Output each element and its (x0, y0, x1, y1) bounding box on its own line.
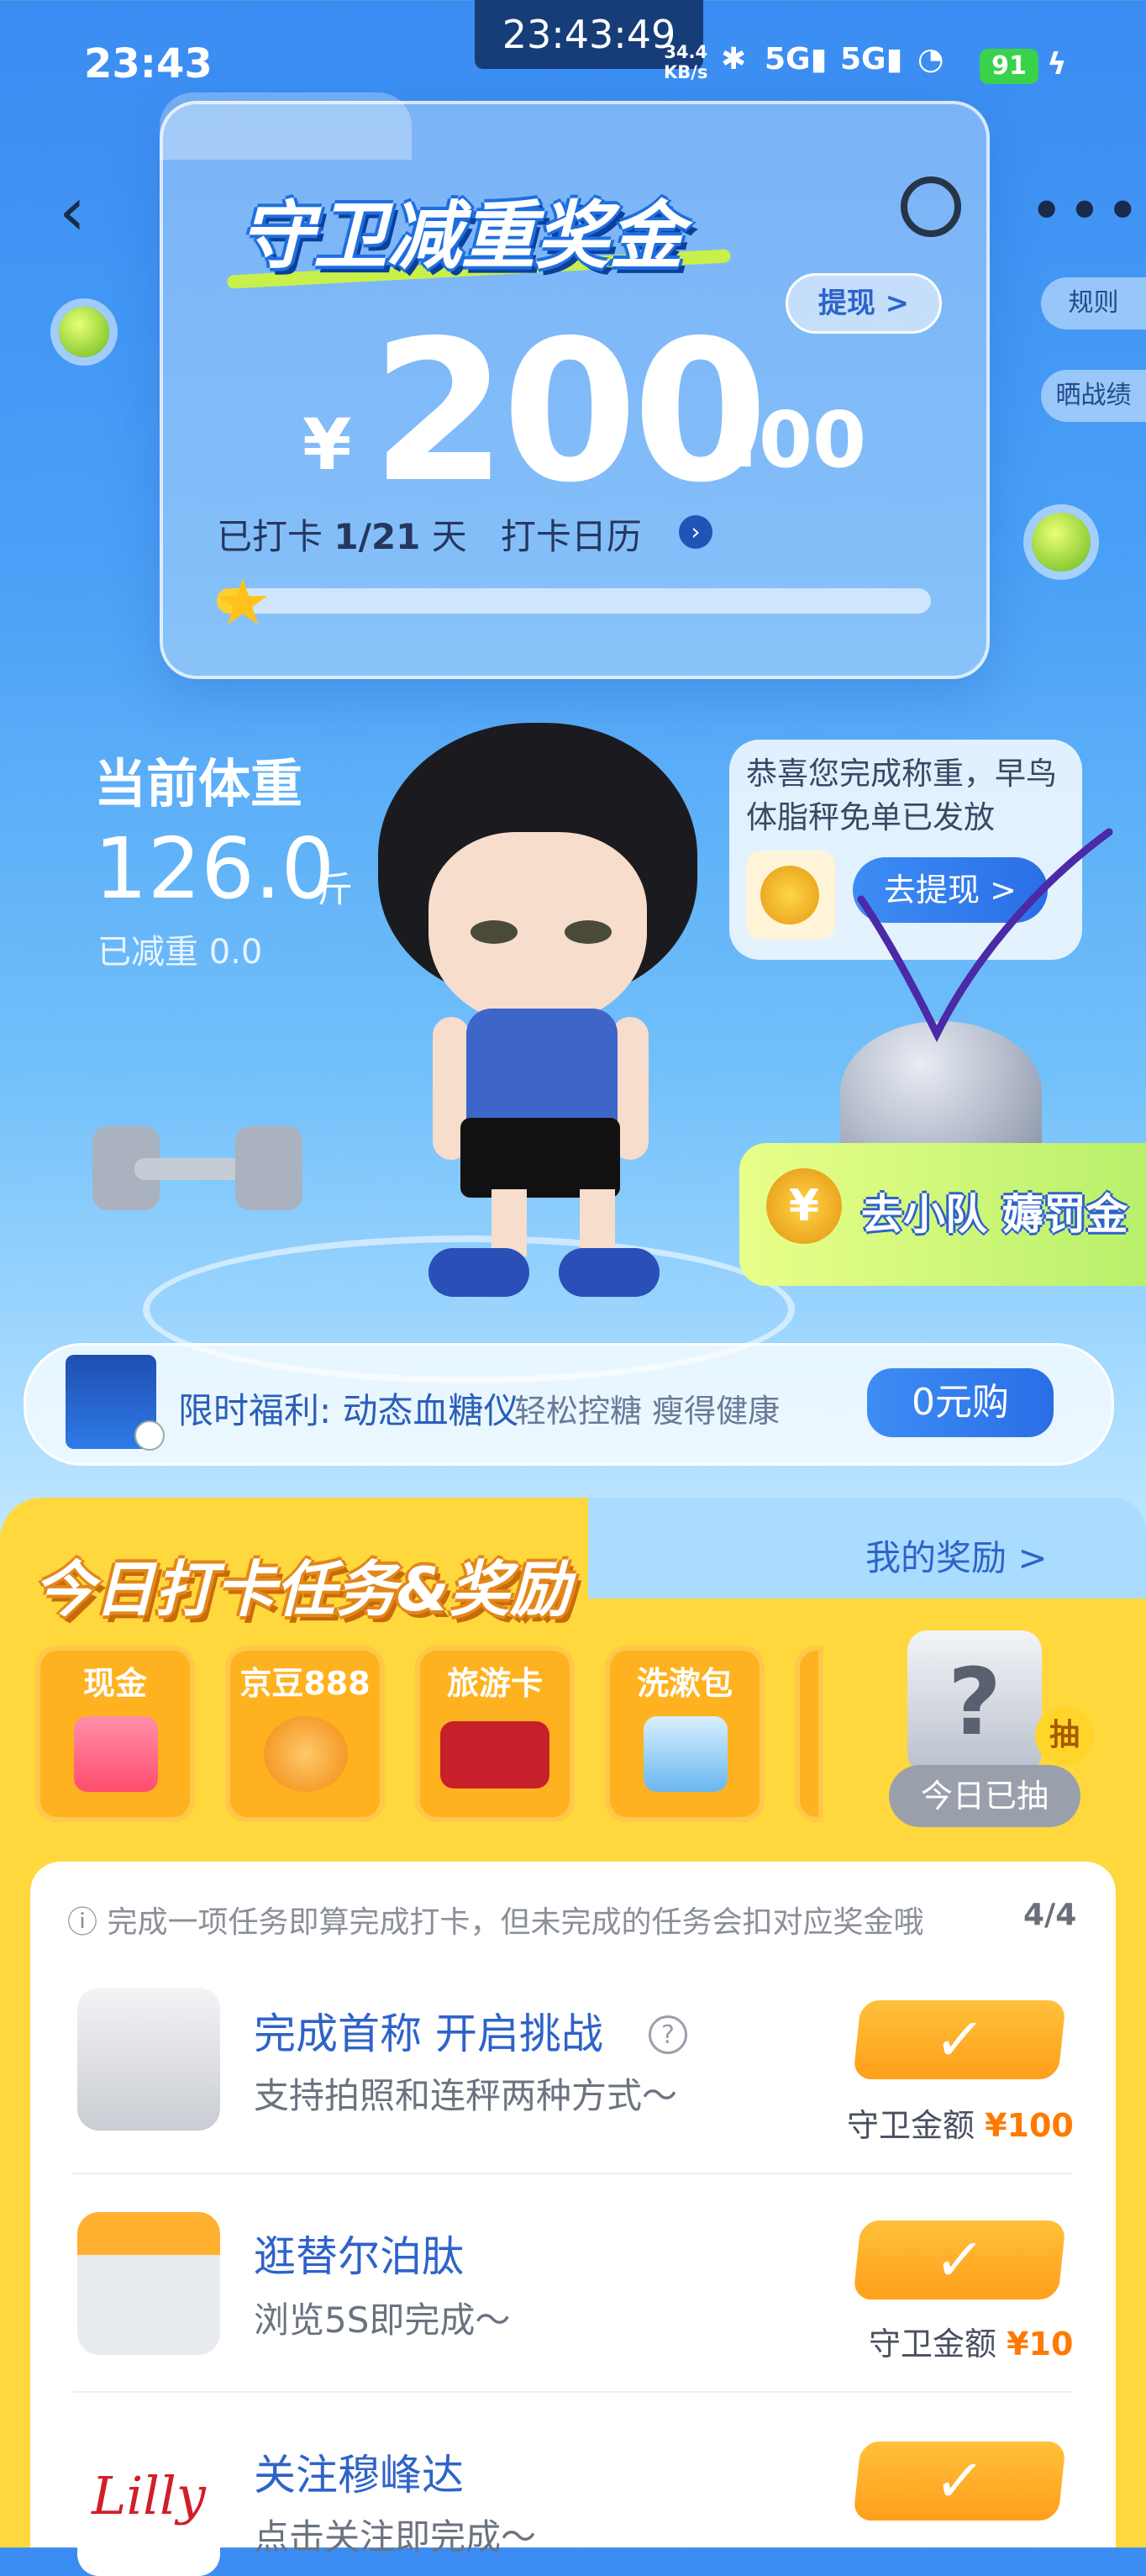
reward-name: 旅游卡 (446, 1665, 543, 1702)
task-name: 关注穆峰达 (254, 2451, 464, 2500)
reward-name: 洗漱包 (636, 1665, 733, 1702)
checkin-prefix: 已打卡 (217, 516, 323, 557)
mascot-eye (470, 920, 518, 944)
checkin-progress-track (217, 588, 931, 614)
mascot-shorts (460, 1118, 620, 1198)
weight-lost: 已减重 0.0 (97, 933, 263, 972)
reward-name: 现金 (82, 1665, 147, 1702)
bluetooth-icon: ✱ (721, 42, 747, 76)
page-title: 守卫减重奖金 (239, 192, 684, 279)
divider (72, 2391, 1072, 2393)
mystery-box-icon[interactable]: ? (907, 1630, 1042, 1773)
share-icon[interactable] (901, 176, 961, 237)
task-desc: 支持拍照和连秤两种方式～ (254, 2075, 678, 2116)
task-done-button[interactable]: ✓ (853, 2442, 1066, 2521)
star-icon: ★ (214, 565, 272, 640)
my-reward-link[interactable]: 我的奖励 > (865, 1530, 1048, 1581)
task-desc: 浏览5S即完成～ (254, 2299, 511, 2341)
wifi-icon: ◔ (917, 42, 944, 76)
mascot-leg (580, 1189, 615, 1256)
back-icon[interactable]: ‹ (59, 172, 86, 250)
reward-name: 京豆888 (239, 1665, 371, 1702)
mascot-shoe (428, 1248, 529, 1297)
promo-subtitle: 轻松控糖 瘦得健康 (514, 1393, 781, 1430)
vip-card-icon (440, 1721, 549, 1788)
divider (72, 2173, 1072, 2174)
checkin-summary: 已打卡 1/21 天 打卡日历 (217, 508, 642, 560)
mascot-face (428, 832, 647, 1025)
withdraw-button[interactable]: 提现 > (786, 273, 942, 334)
net-speed-unit: KB/s (664, 62, 708, 82)
task-done-button[interactable]: ✓ (853, 2220, 1066, 2299)
task-progress-count: 4/4 (1023, 1898, 1077, 1932)
rules-button[interactable]: 规则 (1041, 277, 1146, 329)
bonus-amount: 200 (371, 298, 768, 525)
promo-title: 限时福利: 动态血糖仪 (178, 1390, 519, 1431)
more-icon[interactable]: ••• (1029, 176, 1143, 245)
signal-2: 5G▮ (840, 42, 903, 76)
draw-badge: 抽 (1035, 1706, 1094, 1765)
net-speed-value: 34.4 (664, 42, 708, 62)
task-desc: 点击关注即完成～ (254, 2516, 537, 2558)
signal-1: 5G▮ (765, 42, 828, 76)
net-speed: 34.4 KB/s (664, 42, 707, 82)
lilly-logo-icon: Lilly (77, 2433, 220, 2576)
weight-unit: 斤 (318, 869, 354, 910)
chevron-right-icon[interactable]: › (679, 515, 712, 549)
checkin-count: 1/21 (334, 516, 421, 557)
dumbbell-end (235, 1126, 302, 1210)
calendar-link[interactable]: 打卡日历 (501, 516, 642, 557)
battery: 91 (980, 49, 1038, 84)
red-envelope-icon (74, 1716, 158, 1792)
task-name: 完成首称 开启挑战 (254, 2010, 603, 2058)
scale-icon (77, 1988, 220, 2131)
task-name: 逛替尔泊肽 (254, 2232, 464, 2281)
status-time: 23:43 (84, 40, 213, 87)
task-done-button[interactable]: ✓ (853, 2000, 1066, 2079)
team-banner-text[interactable]: 去小队 薅罚金 (861, 1181, 1128, 1241)
checkin-suffix: 天 (431, 516, 467, 557)
store-icon (77, 2212, 220, 2355)
mascot-leg (492, 1189, 527, 1256)
share-record-button[interactable]: 晒战绩 (1041, 370, 1146, 422)
bonus-amount-decimal: .00 (729, 395, 866, 485)
charging-icon: ϟ (1047, 47, 1067, 82)
zero-yuan-buy-button[interactable]: 0元购 (867, 1368, 1054, 1437)
task-reward: 守卫金额 ¥100 (847, 2107, 1074, 2144)
coins-icon (760, 866, 819, 925)
toiletry-bag-icon (644, 1716, 728, 1792)
weight-label: 当前体重 (94, 753, 303, 814)
task-reward: 守卫金额 ¥10 (869, 2326, 1074, 2363)
glucose-sensor-icon (134, 1420, 165, 1451)
tennis-ball-icon (59, 307, 109, 357)
task-notice: ⓘ 完成一项任务即算完成打卡，但未完成的任务会扣对应奖金哦 (67, 1905, 924, 1940)
coin-icon: ¥ (766, 1168, 842, 1244)
handwritten-check-mark (857, 828, 1113, 1042)
notice-text: 完成一项任务即算完成打卡，但未完成的任务会扣对应奖金哦 (107, 1905, 924, 1940)
task-section-title: 今日打卡任务&奖励 (34, 1554, 570, 1625)
tennis-ball-icon (1032, 513, 1091, 572)
weight-value: 126.0 (94, 819, 335, 918)
mascot-shoe (559, 1248, 660, 1297)
reward-card-partial (795, 1646, 823, 1822)
currency-symbol: ¥ (302, 403, 352, 486)
mascot-eye (565, 920, 612, 944)
beans-icon (264, 1716, 348, 1792)
help-icon[interactable]: ? (649, 2015, 687, 2054)
drawn-today-button[interactable]: 今日已抽 (889, 1765, 1080, 1827)
